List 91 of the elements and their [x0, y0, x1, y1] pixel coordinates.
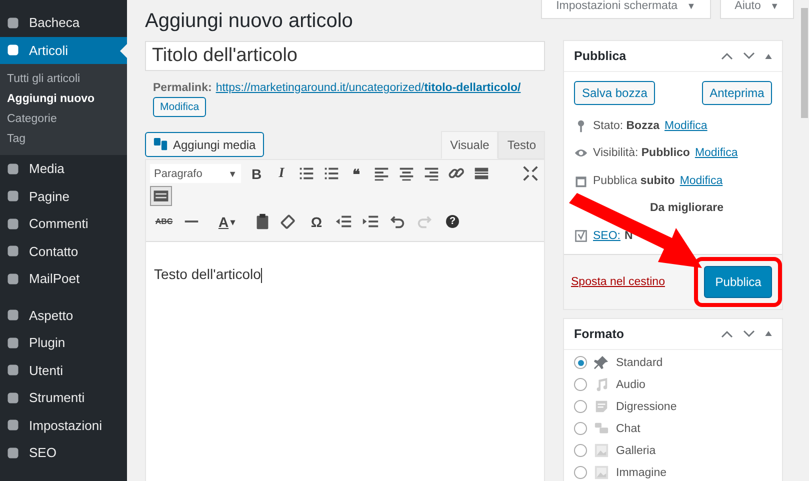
format-dropdown[interactable]: Paragrafo ▼ — [150, 164, 241, 183]
music-note-icon — [594, 377, 609, 392]
radio-button[interactable] — [574, 356, 587, 369]
sidebar-item[interactable]: Strumenti — [0, 384, 127, 412]
permalink-label: Permalink: — [153, 82, 212, 94]
screen-tab-button[interactable]: Impostazioni schermata ▼ — [541, 0, 711, 19]
chat-bubbles-icon — [594, 421, 609, 436]
status-text: Pubblica subito — [593, 174, 675, 187]
chevron-down-icon[interactable] — [743, 52, 756, 60]
gallery-icon — [594, 443, 609, 458]
chevron-up-icon[interactable] — [721, 330, 734, 338]
menu-item-icon — [6, 272, 20, 286]
menu-item-icon — [6, 162, 20, 176]
collapse-triangle-icon[interactable] — [765, 331, 772, 336]
sidebar-item[interactable]: Impostazioni — [0, 412, 127, 439]
format-label: Immagine — [616, 466, 666, 478]
status-text: Stato: Bozza — [593, 120, 660, 132]
radio-button[interactable] — [574, 444, 587, 457]
preview-button[interactable]: Anteprima — [702, 81, 772, 105]
radio-button[interactable] — [574, 422, 587, 435]
sidebar-item[interactable]: Media — [0, 155, 127, 182]
edit-link[interactable]: Modifica — [680, 174, 723, 187]
submenu-item[interactable]: Tag — [0, 129, 127, 149]
editor-content[interactable]: Testo dell'articolo — [146, 242, 544, 481]
format-label: Standard — [616, 356, 663, 368]
menu-item-icon — [6, 390, 20, 405]
chevron-up-icon[interactable] — [721, 52, 734, 60]
seo-link[interactable]: SEO: — [593, 230, 620, 242]
submenu-item[interactable]: Aggiungi nuovo — [0, 89, 127, 109]
toolbar-button[interactable]: Ω — [307, 212, 326, 231]
checkbox-icon — [574, 228, 588, 243]
format-label: Audio — [616, 378, 646, 390]
menu-item-icon — [6, 244, 20, 258]
edit-link[interactable]: Modifica — [664, 120, 708, 132]
save-draft-button[interactable]: Salva bozza — [574, 81, 656, 105]
format-label: Chat — [616, 422, 640, 434]
sidebar-item[interactable]: Contatto — [0, 238, 127, 265]
sidebar-item[interactable]: Articoli — [0, 36, 127, 64]
submenu-item[interactable]: Categorie — [0, 109, 127, 129]
fullscreen-icon[interactable] — [521, 164, 540, 183]
note-icon — [594, 399, 609, 414]
sidebar-item[interactable]: MailPoet — [0, 265, 127, 292]
menu-item-icon — [6, 363, 20, 378]
editor-tab[interactable]: Visuale — [441, 131, 498, 159]
sidebar-item[interactable]: Utenti — [0, 356, 127, 384]
page-title: Aggiungi nuovo articolo — [145, 10, 354, 33]
menu-item-icon — [6, 446, 20, 460]
menu-item-icon — [6, 216, 20, 231]
permalink-link[interactable]: https://marketingaround.it/uncategorized/titolo-dellarticolo/ — [216, 82, 521, 94]
screen-tab-button[interactable]: Aiuto ▼ — [720, 0, 794, 19]
pin-icon — [594, 355, 609, 370]
toolbar-button[interactable]: ❝ — [347, 164, 366, 183]
radio-button[interactable] — [574, 466, 587, 479]
help-button[interactable]: ? — [446, 215, 459, 228]
sidebar-item[interactable]: SEO — [0, 439, 127, 466]
scrollbar-thumb[interactable] — [801, 8, 808, 118]
menu-item-icon — [6, 43, 20, 58]
format-label: Digressione — [616, 400, 677, 412]
toolbar-button[interactable]: I — [272, 164, 291, 183]
radio-button[interactable] — [574, 378, 587, 391]
title-field[interactable]: Titolo dell'articolo — [145, 41, 545, 71]
toolbar-button[interactable]: B — [247, 164, 266, 183]
collapse-triangle-icon[interactable] — [765, 54, 772, 58]
submenu-item[interactable]: Tutti gli articoli — [0, 69, 127, 89]
sidebar-item[interactable]: Plugin — [0, 329, 127, 356]
toolbar-toggle-button[interactable] — [150, 186, 172, 206]
add-media-button[interactable]: Aggiungi media — [145, 132, 264, 157]
menu-item-icon — [6, 418, 20, 432]
status-text: Visibilità: Pubblico — [593, 147, 690, 160]
editor-tab[interactable]: Testo — [498, 131, 545, 159]
chevron-down-icon[interactable] — [743, 330, 756, 338]
strikethrough-button[interactable]: ABC — [154, 212, 174, 231]
edit-link[interactable]: Modifica — [694, 147, 738, 160]
media-icon — [153, 137, 168, 152]
status-text: Da migliorare — [650, 202, 724, 214]
menu-item-icon — [6, 308, 20, 322]
format-label: Galleria — [616, 444, 656, 456]
menu-item-icon — [6, 16, 20, 30]
box-title: Formato — [574, 326, 624, 340]
radio-button[interactable] — [574, 400, 587, 413]
sidebar-item[interactable]: Aspetto — [0, 302, 127, 329]
publish-button[interactable]: Pubblica — [704, 266, 772, 298]
sidebar-item[interactable]: Commenti — [0, 210, 127, 238]
sidebar-item[interactable]: Bacheca — [0, 9, 127, 36]
menu-item-icon — [6, 336, 20, 350]
edit-permalink-button[interactable]: Modifica — [153, 97, 206, 117]
box-title: Pubblica — [574, 49, 626, 63]
text-color-button[interactable]: A▾ — [209, 212, 245, 231]
trash-link[interactable]: Sposta nel cestino — [571, 276, 665, 288]
sidebar-item[interactable]: Pagine — [0, 182, 127, 210]
menu-item-icon — [6, 189, 20, 204]
